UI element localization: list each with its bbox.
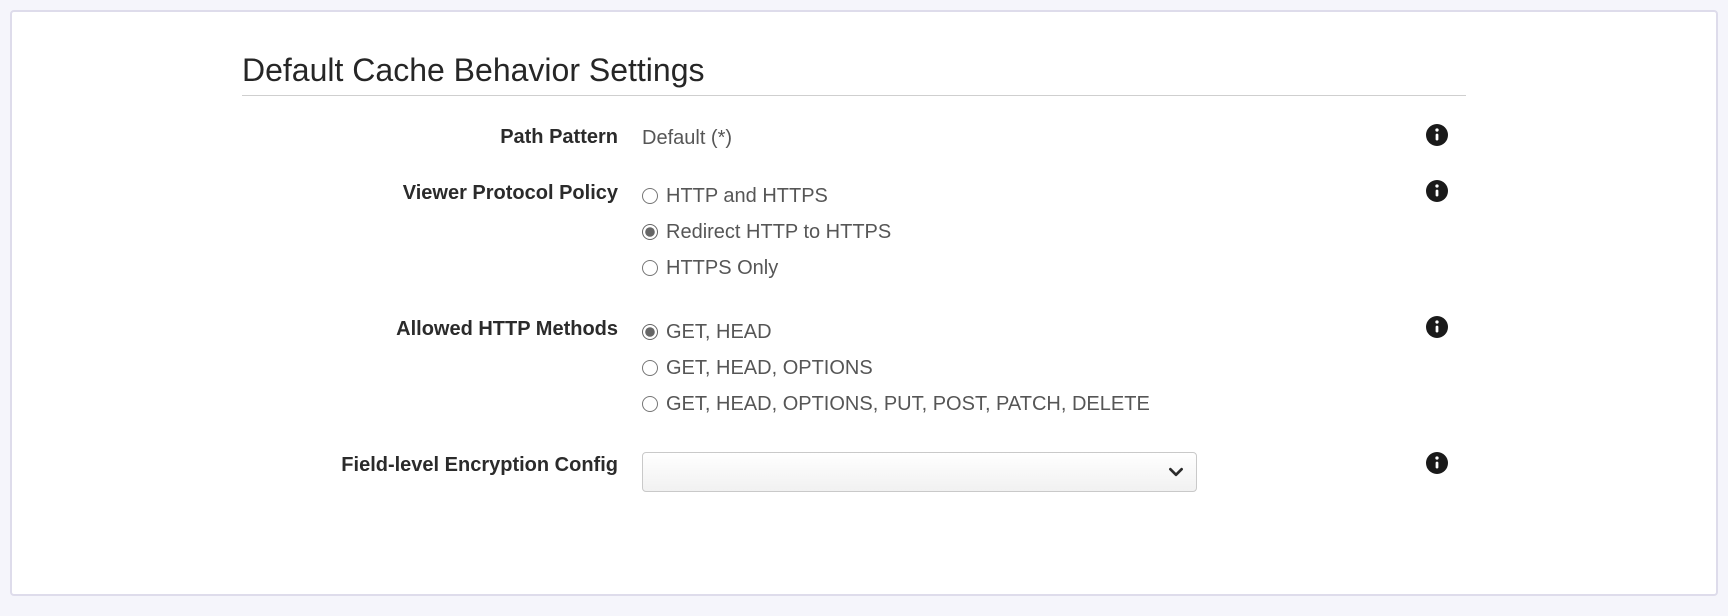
select-display[interactable] — [642, 452, 1197, 492]
info-icon[interactable] — [1426, 180, 1448, 202]
radio-label: Redirect HTTP to HTTPS — [666, 216, 891, 248]
radio-input-redirect-http-to-https[interactable] — [642, 224, 658, 240]
radio-label: GET, HEAD — [666, 316, 772, 348]
settings-panel: Default Cache Behavior Settings Path Pat… — [10, 10, 1718, 596]
radio-get-head-options-put-post-patch-delete[interactable]: GET, HEAD, OPTIONS, PUT, POST, PATCH, DE… — [642, 388, 1426, 420]
settings-form: Path Pattern Default (*) Viewer Protocol… — [242, 124, 1466, 492]
radio-http-and-https[interactable]: HTTP and HTTPS — [642, 180, 1426, 212]
field-level-encryption-select[interactable] — [642, 452, 1197, 492]
radio-label: GET, HEAD, OPTIONS, PUT, POST, PATCH, DE… — [666, 388, 1150, 420]
radio-input-https-only[interactable] — [642, 260, 658, 276]
radio-https-only[interactable]: HTTPS Only — [642, 252, 1426, 284]
row-viewer-protocol-policy: Viewer Protocol Policy HTTP and HTTPS Re… — [242, 180, 1466, 288]
label-allowed-http-methods: Allowed HTTP Methods — [242, 316, 642, 341]
radio-label: HTTPS Only — [666, 252, 778, 284]
radio-redirect-http-to-https[interactable]: Redirect HTTP to HTTPS — [642, 216, 1426, 248]
radio-label: GET, HEAD, OPTIONS — [666, 352, 873, 384]
radio-input-get-head-options[interactable] — [642, 360, 658, 376]
row-path-pattern: Path Pattern Default (*) — [242, 124, 1466, 152]
radio-get-head[interactable]: GET, HEAD — [642, 316, 1426, 348]
info-icon[interactable] — [1426, 316, 1448, 338]
row-field-level-encryption: Field-level Encryption Config — [242, 452, 1466, 492]
label-viewer-protocol-policy: Viewer Protocol Policy — [242, 180, 642, 205]
radio-get-head-options[interactable]: GET, HEAD, OPTIONS — [642, 352, 1426, 384]
section-title: Default Cache Behavior Settings — [242, 52, 1466, 96]
radio-label: HTTP and HTTPS — [666, 180, 828, 212]
radio-input-get-head[interactable] — [642, 324, 658, 340]
value-path-pattern: Default (*) — [642, 124, 1426, 152]
info-icon[interactable] — [1426, 124, 1448, 146]
radio-input-all-methods[interactable] — [642, 396, 658, 412]
label-path-pattern: Path Pattern — [242, 124, 642, 149]
label-field-level-encryption: Field-level Encryption Config — [242, 452, 642, 477]
info-icon[interactable] — [1426, 452, 1448, 474]
radio-input-http-and-https[interactable] — [642, 188, 658, 204]
row-allowed-http-methods: Allowed HTTP Methods GET, HEAD GET, HEAD… — [242, 316, 1466, 424]
